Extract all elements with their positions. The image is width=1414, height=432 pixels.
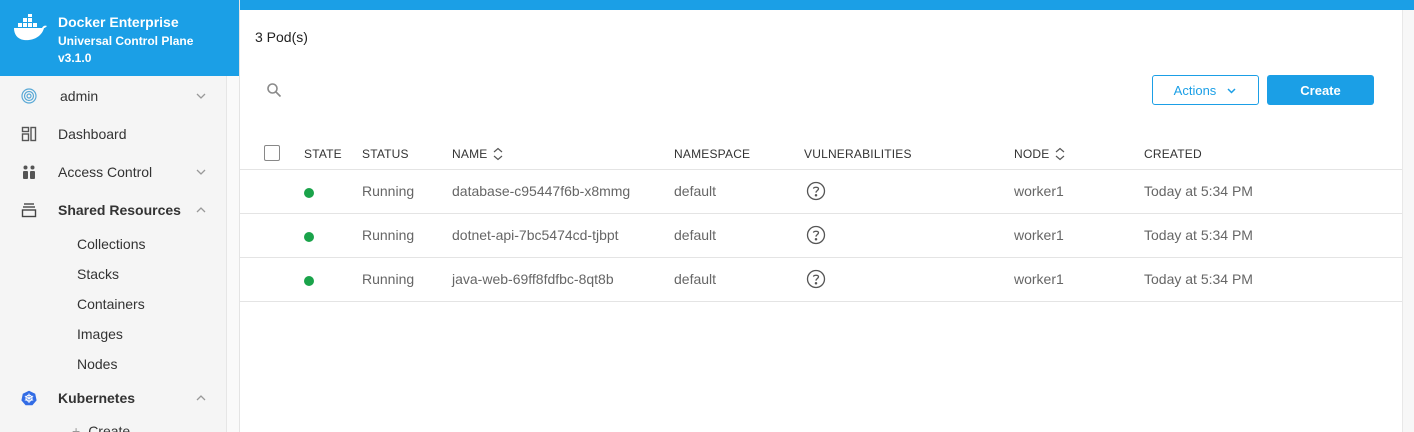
pod-count-title: 3 Pod(s) — [255, 29, 308, 45]
sidebar-subitem-label: Create — [88, 423, 131, 432]
cell-name[interactable]: database-c95447f6b-x8mmg — [452, 183, 630, 199]
sidebar-subitem-create[interactable]: + Create — [72, 423, 130, 432]
table-row[interactable]: Running java-web-69ff8fdfbc-8qt8b defaul… — [240, 258, 1402, 302]
cell-node: worker1 — [1014, 271, 1064, 287]
sidebar-item-label: Shared Resources — [58, 202, 181, 218]
cell-status: Running — [362, 271, 415, 287]
cell-node: worker1 — [1014, 183, 1064, 199]
cell-status: Running — [362, 183, 415, 199]
column-header-label: STATE — [304, 147, 342, 161]
sidebar-item-shared-resources[interactable]: Shared Resources — [0, 192, 226, 228]
cell-namespace: default — [674, 227, 717, 243]
column-header-label: STATUS — [362, 147, 409, 161]
chevron-down-icon — [1227, 87, 1236, 94]
column-header-label: NODE — [1014, 147, 1050, 161]
kubernetes-icon — [20, 389, 38, 407]
search-icon[interactable] — [266, 82, 282, 98]
column-header-vulnerabilities: VULNERABILITIES — [804, 147, 912, 161]
sort-icon[interactable] — [492, 147, 504, 161]
chevron-down-icon — [196, 169, 206, 175]
state-indicator — [304, 188, 314, 198]
question-circle-icon[interactable] — [806, 181, 826, 201]
divider — [240, 301, 1402, 302]
cell-namespace: default — [674, 271, 717, 287]
cell-created: Today at 5:34 PM — [1144, 271, 1253, 287]
chevron-up-icon — [196, 395, 206, 401]
column-header-namespace: NAMESPACE — [674, 147, 750, 161]
top-accent-bar — [240, 0, 1414, 10]
sidebar-subitem-containers[interactable]: Containers — [77, 296, 145, 312]
column-header-name[interactable]: NAME — [452, 147, 504, 161]
sort-icon[interactable] — [1054, 147, 1066, 161]
brand-version: v3.1.0 — [58, 51, 92, 65]
cell-name[interactable]: dotnet-api-7bc5474cd-tjbpt — [452, 227, 619, 243]
sidebar-item-admin[interactable]: admin — [0, 78, 226, 114]
dashboard-icon — [20, 125, 38, 143]
column-header-created: CREATED — [1144, 147, 1202, 161]
sidebar-item-kubernetes[interactable]: Kubernetes — [0, 380, 226, 416]
main-scrollbar[interactable] — [1402, 10, 1414, 432]
brand-subtitle: Universal Control Plane — [58, 34, 194, 48]
access-control-icon — [20, 163, 38, 181]
column-header-label: NAMESPACE — [674, 147, 751, 161]
column-header-status: STATUS — [362, 147, 409, 161]
docker-whale-icon — [14, 14, 47, 41]
sidebar-item-label: Kubernetes — [58, 390, 136, 406]
cell-namespace: default — [674, 183, 717, 199]
chevron-down-icon — [196, 93, 206, 99]
question-circle-icon[interactable] — [806, 225, 826, 245]
actions-dropdown-button[interactable]: Actions — [1152, 75, 1259, 105]
sidebar-subitem-collections[interactable]: Collections — [77, 236, 145, 252]
plus-icon: + — [72, 423, 81, 432]
shared-resources-icon — [20, 201, 38, 219]
column-header-label: VULNERABILITIES — [804, 147, 912, 161]
create-button[interactable]: Create — [1267, 75, 1374, 105]
cell-created: Today at 5:34 PM — [1144, 227, 1253, 243]
column-header-node[interactable]: NODE — [1014, 147, 1066, 161]
table-row[interactable]: Running database-c95447f6b-x8mmg default… — [240, 170, 1402, 214]
cell-created: Today at 5:34 PM — [1144, 183, 1253, 199]
cell-node: worker1 — [1014, 227, 1064, 243]
chevron-up-icon — [196, 207, 206, 213]
sidebar-item-label: admin — [60, 88, 99, 104]
column-header-label: NAME — [452, 147, 488, 161]
brand-header[interactable]: Docker Enterprise Universal Control Plan… — [0, 0, 239, 76]
sidebar-subitem-nodes[interactable]: Nodes — [77, 356, 117, 372]
sidebar-item-label: Dashboard — [58, 126, 127, 142]
actions-label: Actions — [1173, 82, 1217, 98]
sidebar-subitem-images[interactable]: Images — [77, 326, 123, 342]
question-circle-icon[interactable] — [806, 269, 826, 289]
fingerprint-icon — [20, 87, 38, 105]
sidebar-item-label: Access Control — [58, 164, 153, 180]
column-header-state: STATE — [304, 147, 342, 161]
sidebar: Docker Enterprise Universal Control Plan… — [0, 0, 240, 432]
column-header-label: CREATED — [1144, 147, 1202, 161]
sidebar-scrollbar[interactable] — [226, 76, 239, 432]
cell-name[interactable]: java-web-69ff8fdfbc-8qt8b — [452, 271, 614, 287]
select-all-checkbox[interactable] — [264, 145, 280, 161]
sidebar-item-dashboard[interactable]: Dashboard — [0, 116, 226, 152]
brand-title: Docker Enterprise — [58, 14, 179, 30]
state-indicator — [304, 276, 314, 286]
sidebar-subitem-stacks[interactable]: Stacks — [77, 266, 119, 282]
sidebar-item-access-control[interactable]: Access Control — [0, 154, 226, 190]
state-indicator — [304, 232, 314, 242]
table-row[interactable]: Running dotnet-api-7bc5474cd-tjbpt defau… — [240, 214, 1402, 258]
cell-status: Running — [362, 227, 415, 243]
